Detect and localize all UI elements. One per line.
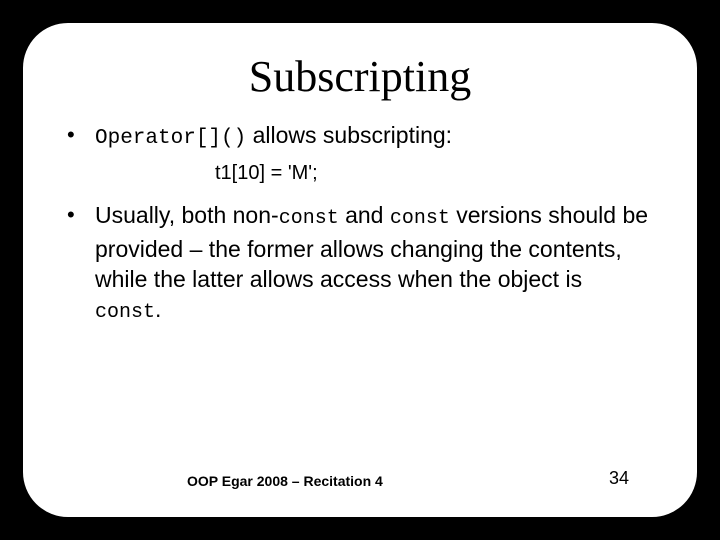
- slide-content: • Operator[]() allows subscripting: t1[1…: [67, 120, 653, 468]
- bullet-text-suffix: allows subscripting:: [246, 122, 452, 148]
- bullet-marker: •: [67, 120, 95, 150]
- footer-text: OOP Egar 2008 – Recitation 4: [187, 473, 383, 489]
- text-segment: .: [155, 296, 161, 322]
- bullet-item: • Usually, both non-const and const vers…: [67, 200, 653, 328]
- page-number: 34: [609, 468, 633, 489]
- code-const: const: [95, 301, 155, 324]
- bullet-item: • Operator[]() allows subscripting:: [67, 120, 653, 154]
- bullet-text: Operator[]() allows subscripting:: [95, 120, 653, 154]
- code-const: const: [390, 207, 450, 230]
- code-const: const: [279, 207, 339, 230]
- code-operator: Operator[](): [95, 127, 246, 150]
- slide-title: Subscripting: [67, 51, 653, 102]
- slide-footer: OOP Egar 2008 – Recitation 4 34: [67, 468, 653, 497]
- bullet-marker: •: [67, 200, 95, 230]
- slide-card: Subscripting • Operator[]() allows subsc…: [20, 20, 700, 520]
- text-segment: Usually, both non-: [95, 202, 279, 228]
- bullet-text: Usually, both non-const and const versio…: [95, 200, 653, 328]
- code-example: t1[10] = 'M';: [215, 160, 653, 186]
- text-segment: and: [339, 202, 390, 228]
